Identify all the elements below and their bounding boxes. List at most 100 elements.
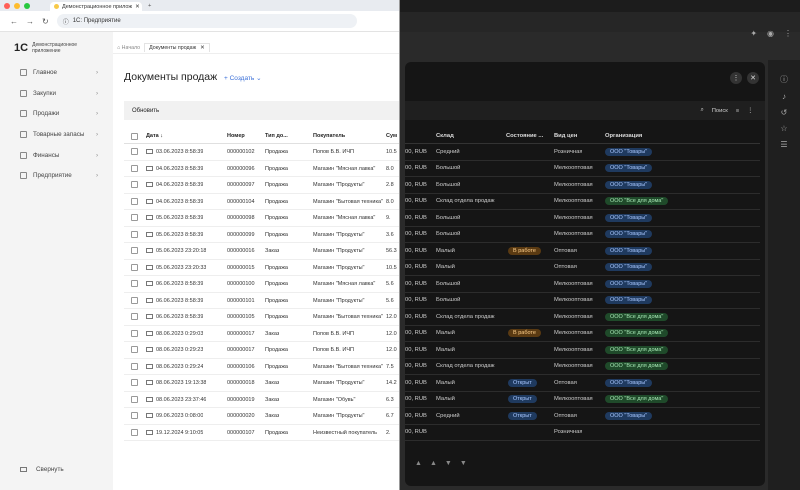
site-info-icon[interactable]: ⓘ: [63, 17, 69, 26]
dark-table-row[interactable]: 00, RUB Склад отдела продаж Мелкооптовая ОО…: [405, 309, 760, 326]
table-row[interactable]: 08.06.2023 0:29:24 000000106 Продажа Магази…: [124, 359, 399, 375]
col-price[interactable]: Вид цен: [554, 133, 577, 139]
home-crumb[interactable]: ⌂ Начало: [117, 45, 140, 51]
search-label[interactable]: Поиск: [712, 108, 728, 114]
row-checkbox[interactable]: [131, 197, 138, 205]
extensions-icon[interactable]: ✦: [750, 29, 757, 38]
dark-table-row[interactable]: 00, RUB Большой Мелкооптовая ООО "Товары": [405, 161, 760, 177]
search-icon[interactable]: ⌕: [700, 107, 703, 114]
bell-icon[interactable]: ♪: [782, 92, 786, 101]
dark-table-row[interactable]: 00, RUB Малый В работе Оптовая ООО "Товары": [405, 243, 760, 260]
prev-page-icon[interactable]: ▲: [430, 460, 437, 467]
table-row[interactable]: 05.06.2023 23:20:18 000000016 Заказ Магазин…: [124, 243, 399, 260]
row-checkbox[interactable]: [131, 346, 138, 353]
dark-table-row[interactable]: 00, RUB Большой Мелкооптовая ООО "Товары": [405, 293, 760, 309]
maximize-window-button[interactable]: [24, 2, 30, 9]
row-checkbox[interactable]: [131, 329, 138, 337]
reload-icon[interactable]: ↻: [42, 17, 49, 26]
tab-sales-documents[interactable]: Документы продаж ✕: [144, 43, 210, 52]
table-row[interactable]: 03.06.2023 8:58:39 000000102 Продажа Попов …: [124, 144, 399, 161]
row-checkbox[interactable]: [131, 296, 138, 304]
col-warehouse[interactable]: Склад: [436, 133, 454, 139]
row-checkbox[interactable]: [131, 379, 138, 386]
minimize-window-button[interactable]: [14, 2, 20, 9]
row-checkbox[interactable]: [131, 428, 138, 436]
close-icon[interactable]: ✕: [747, 72, 759, 84]
sidebar-item-finance[interactable]: Финансы ›: [0, 147, 113, 163]
sidebar-item-enterprise[interactable]: Предприятие ›: [0, 167, 113, 183]
table-row[interactable]: 19.12.2024 9:10:05 000000107 Продажа Неизве…: [124, 425, 399, 441]
list-icon[interactable]: ☰: [780, 140, 787, 149]
table-row[interactable]: 05.06.2023 23:20:33 000000015 Продажа Магаз…: [124, 260, 399, 276]
more-actions-icon[interactable]: ⋮: [747, 108, 753, 114]
row-checkbox[interactable]: [131, 412, 138, 419]
tab-close-icon[interactable]: ✕: [200, 45, 204, 51]
browser-tab[interactable]: Демонстрационное прилож ✕: [50, 2, 142, 11]
row-checkbox[interactable]: [131, 164, 138, 172]
new-tab-icon[interactable]: +: [148, 3, 151, 9]
url-field[interactable]: ⓘ 1С: Предприятие: [56, 14, 357, 28]
row-checkbox[interactable]: [131, 313, 138, 320]
table-row[interactable]: 08.06.2023 23:37:46 000000019 Заказ Магазин…: [124, 392, 399, 408]
row-checkbox[interactable]: [131, 148, 138, 155]
dark-table-row[interactable]: 00, RUB Большой Мелкооптовая ООО "Товары": [405, 210, 760, 227]
dark-table-row[interactable]: 00, RUB Средний Открыт Оптовая ООО "Товары": [405, 408, 760, 425]
filter-icon[interactable]: ≡: [736, 108, 739, 114]
table-row[interactable]: 06.06.2023 8:58:39 000000105 Продажа Магази…: [124, 309, 399, 326]
col-org[interactable]: Организация: [605, 133, 642, 139]
dark-table-row[interactable]: 00, RUB Склад отдела продаж Мелкооптовая ОО…: [405, 359, 760, 375]
more-icon[interactable]: ⋮: [730, 72, 742, 84]
row-checkbox[interactable]: [131, 280, 138, 287]
dark-table-row[interactable]: 00, RUB Средний Розничная ООО "Товары": [405, 144, 760, 161]
tab-close-icon[interactable]: ✕: [135, 4, 140, 10]
dark-table-row[interactable]: 00, RUB Малый Открыт Оптовая ООО "Товары": [405, 375, 760, 392]
first-page-icon[interactable]: ▲: [415, 460, 422, 467]
next-page-icon[interactable]: ▼: [445, 460, 452, 467]
row-checkbox[interactable]: [131, 247, 138, 254]
back-icon[interactable]: ←: [10, 17, 18, 26]
select-all-checkbox[interactable]: [131, 133, 138, 140]
col-sum[interactable]: Сум: [386, 133, 397, 139]
collapse-sidebar-button[interactable]: Свернуть: [20, 466, 64, 473]
dark-table-row[interactable]: 00, RUB Большой Мелкооптовая ООО "Товары": [405, 177, 760, 194]
menu-icon[interactable]: ⋮: [784, 29, 792, 38]
table-row[interactable]: 04.06.2023 8:58:39 000000096 Продажа Магази…: [124, 161, 399, 177]
dark-table-row[interactable]: 00, RUB Большой Мелкооптовая ООО "Товары": [405, 227, 760, 243]
table-row[interactable]: 08.06.2023 19:13:38 000000018 Заказ Магазин…: [124, 375, 399, 392]
dark-table-row[interactable]: 00, RUB Малый В работе Мелкооптовая ООО "Все…: [405, 326, 760, 342]
star-icon[interactable]: ☆: [780, 124, 787, 133]
refresh-button[interactable]: Обновить: [132, 108, 159, 114]
dark-table-row[interactable]: 00, RUB Розничная: [405, 425, 760, 441]
row-checkbox[interactable]: [131, 230, 138, 238]
sidebar-item-purchases[interactable]: Закупки ›: [0, 85, 113, 101]
table-row[interactable]: 08.06.2023 0:29:03 000000017 Заказ Попов Б.…: [124, 326, 399, 342]
forward-icon[interactable]: →: [26, 17, 34, 26]
col-type[interactable]: Тип до...: [265, 133, 288, 139]
col-buyer[interactable]: Покупатель: [313, 133, 345, 139]
col-number[interactable]: Номер: [227, 133, 245, 139]
last-page-icon[interactable]: ▼: [460, 460, 467, 467]
table-row[interactable]: 08.06.2023 0:29:23 000000017 Продажа Попов …: [124, 342, 399, 359]
table-row[interactable]: 04.06.2023 8:58:39 000000097 Продажа Магази…: [124, 177, 399, 194]
table-row[interactable]: 05.06.2023 8:58:39 000000098 Продажа Магази…: [124, 210, 399, 227]
row-checkbox[interactable]: [131, 181, 138, 188]
sidebar-item-main[interactable]: Главное ›: [0, 64, 113, 80]
table-row[interactable]: 09.06.2023 0:08:00 000000020 Заказ Магазин …: [124, 408, 399, 425]
row-checkbox[interactable]: [131, 362, 138, 370]
close-window-button[interactable]: [4, 2, 10, 9]
dark-table-row[interactable]: 00, RUB Склад отдела продаж Мелкооптовая ОО…: [405, 194, 760, 210]
sidebar-item-sales[interactable]: Продажи ›: [0, 105, 113, 121]
dark-table-row[interactable]: 00, RUB Малый Оптовая ООО "Товары": [405, 260, 760, 276]
info-icon[interactable]: ⓘ: [780, 74, 788, 85]
history-icon[interactable]: ↺: [781, 108, 788, 117]
table-row[interactable]: 06.06.2023 8:58:39 000000100 Продажа Магази…: [124, 276, 399, 293]
profile-icon[interactable]: ◉: [767, 29, 774, 38]
sidebar-item-inventory[interactable]: Товарные запасы ›: [0, 126, 113, 142]
col-state[interactable]: Состояние ...: [506, 133, 543, 139]
dark-table-row[interactable]: 00, RUB Малый Открыт Мелкооптовая ООО "Все д…: [405, 392, 760, 408]
dark-table-row[interactable]: 00, RUB Малый Мелкооптовая ООО "Все для дом…: [405, 342, 760, 359]
create-button[interactable]: + Создать ⌄: [224, 74, 262, 82]
dark-table-row[interactable]: 00, RUB Большой Мелкооптовая ООО "Товары": [405, 276, 760, 293]
table-row[interactable]: 06.06.2023 8:58:39 000000101 Продажа Магази…: [124, 293, 399, 309]
row-checkbox[interactable]: [131, 263, 138, 271]
